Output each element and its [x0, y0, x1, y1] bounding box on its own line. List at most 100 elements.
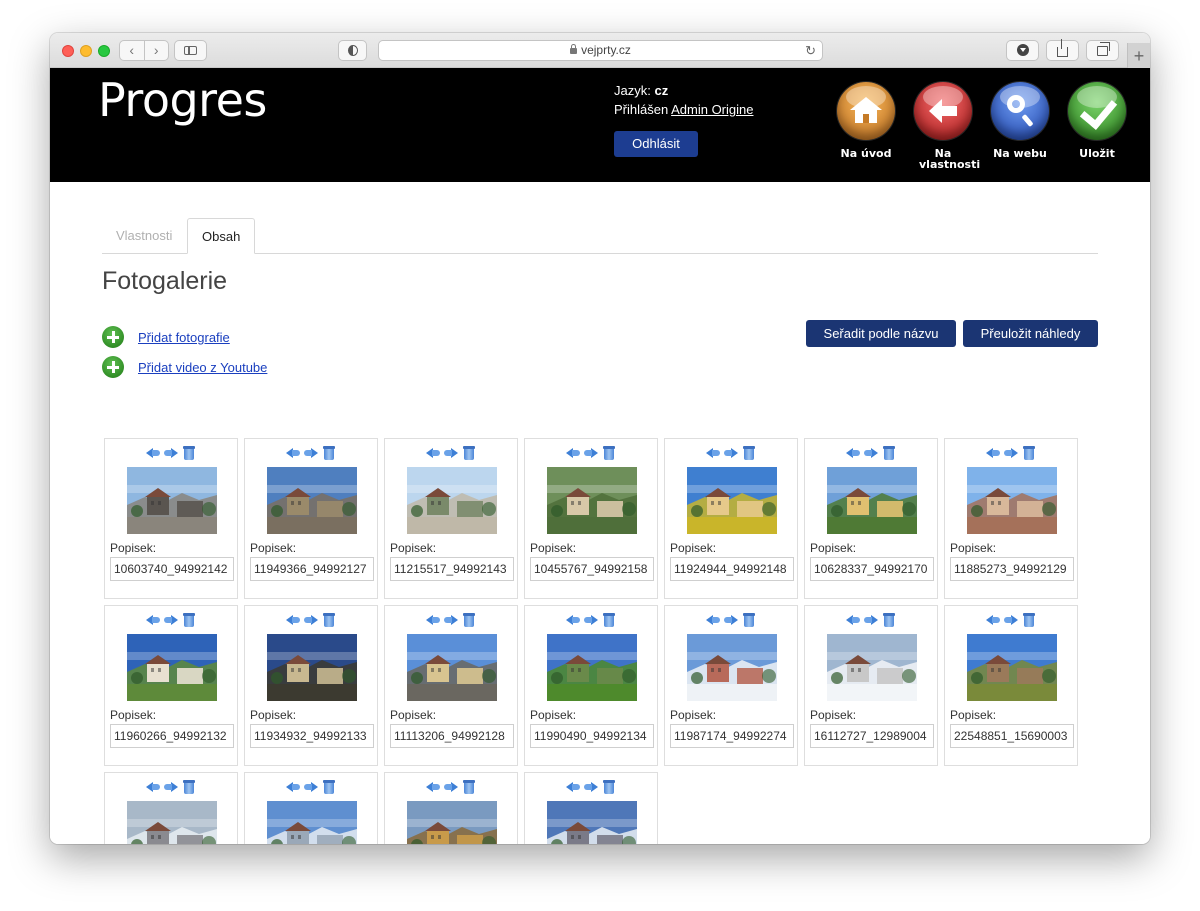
move-right-icon[interactable] — [444, 446, 458, 460]
caption-input[interactable]: 11934932_94992133 — [250, 724, 374, 748]
delete-icon[interactable] — [182, 446, 196, 460]
add-video-link[interactable]: Přidat video z Youtube — [138, 360, 267, 375]
caption-input[interactable]: 11885273_94992129 — [950, 557, 1074, 581]
downloads-button[interactable] — [1006, 40, 1039, 61]
delete-icon[interactable] — [182, 613, 196, 627]
move-right-icon[interactable] — [444, 613, 458, 627]
caption-input[interactable]: 11949366_94992127 — [250, 557, 374, 581]
move-left-icon[interactable] — [846, 613, 860, 627]
caption-input[interactable]: 11113206_94992128 — [390, 724, 514, 748]
move-left-icon[interactable] — [426, 780, 440, 794]
delete-icon[interactable] — [462, 446, 476, 460]
photo-thumbnail[interactable] — [407, 634, 497, 701]
caption-input[interactable]: 10603740_94992142 — [110, 557, 234, 581]
photo-thumbnail[interactable] — [127, 801, 217, 844]
delete-icon[interactable] — [462, 613, 476, 627]
caption-input[interactable]: 11987174_94992274 — [670, 724, 794, 748]
move-right-icon[interactable] — [164, 613, 178, 627]
photo-thumbnail[interactable] — [267, 467, 357, 534]
move-left-icon[interactable] — [706, 613, 720, 627]
photo-thumbnail[interactable] — [267, 634, 357, 701]
tab-properties[interactable]: Vlastnosti — [102, 218, 186, 253]
delete-icon[interactable] — [882, 613, 896, 627]
move-right-icon[interactable] — [1004, 613, 1018, 627]
zoom-window-button[interactable] — [98, 45, 110, 57]
caption-input[interactable]: 11215517_94992143 — [390, 557, 514, 581]
delete-icon[interactable] — [322, 613, 336, 627]
back-button[interactable]: ‹ — [120, 41, 145, 60]
forward-button[interactable]: › — [145, 41, 169, 60]
delete-icon[interactable] — [882, 446, 896, 460]
move-left-icon[interactable] — [846, 446, 860, 460]
sort-by-name-button[interactable]: Seřadit podle názvu — [806, 320, 956, 347]
move-left-icon[interactable] — [286, 446, 300, 460]
language-value[interactable]: cz — [654, 83, 668, 98]
delete-icon[interactable] — [602, 613, 616, 627]
photo-thumbnail[interactable] — [267, 801, 357, 844]
move-right-icon[interactable] — [864, 446, 878, 460]
move-right-icon[interactable] — [864, 613, 878, 627]
move-left-icon[interactable] — [566, 780, 580, 794]
photo-thumbnail[interactable] — [827, 467, 917, 534]
caption-input[interactable]: 11990490_94992134 — [530, 724, 654, 748]
photo-thumbnail[interactable] — [127, 634, 217, 701]
caption-input[interactable]: 10455767_94992158 — [530, 557, 654, 581]
move-right-icon[interactable] — [724, 446, 738, 460]
delete-icon[interactable] — [1022, 613, 1036, 627]
photo-thumbnail[interactable] — [127, 467, 217, 534]
move-right-icon[interactable] — [584, 446, 598, 460]
delete-icon[interactable] — [602, 446, 616, 460]
home-button[interactable]: Na úvod — [833, 82, 899, 159]
delete-icon[interactable] — [322, 780, 336, 794]
view-web-button[interactable]: Na webu — [987, 82, 1053, 159]
reload-icon[interactable]: ↻ — [805, 41, 816, 60]
share-button[interactable] — [1046, 38, 1079, 61]
move-right-icon[interactable] — [304, 446, 318, 460]
move-right-icon[interactable] — [304, 613, 318, 627]
save-button[interactable]: Uložit — [1064, 82, 1130, 159]
add-icon[interactable] — [102, 356, 124, 378]
add-icon[interactable] — [102, 326, 124, 348]
photo-thumbnail[interactable] — [547, 801, 637, 844]
privacy-report-button[interactable] — [338, 40, 367, 61]
address-bar[interactable]: vejprty.cz ↻ — [378, 40, 823, 61]
caption-input[interactable]: 10628337_94992170 — [810, 557, 934, 581]
sidebar-toggle-button[interactable] — [174, 40, 207, 61]
add-photos-link[interactable]: Přidat fotografie — [138, 330, 230, 345]
move-right-icon[interactable] — [164, 780, 178, 794]
photo-thumbnail[interactable] — [407, 467, 497, 534]
move-left-icon[interactable] — [426, 446, 440, 460]
photo-thumbnail[interactable] — [547, 634, 637, 701]
logout-button[interactable]: Odhlásit — [614, 131, 698, 157]
minimize-window-button[interactable] — [80, 45, 92, 57]
move-right-icon[interactable] — [444, 780, 458, 794]
caption-input[interactable]: 16112727_12989004 — [810, 724, 934, 748]
close-window-button[interactable] — [62, 45, 74, 57]
move-left-icon[interactable] — [146, 780, 160, 794]
photo-thumbnail[interactable] — [687, 634, 777, 701]
regenerate-thumbnails-button[interactable]: Přeuložit náhledy — [963, 320, 1098, 347]
delete-icon[interactable] — [1022, 446, 1036, 460]
delete-icon[interactable] — [322, 446, 336, 460]
move-left-icon[interactable] — [566, 613, 580, 627]
delete-icon[interactable] — [182, 780, 196, 794]
tab-content[interactable]: Obsah — [187, 218, 256, 254]
caption-input[interactable]: 11960266_94992132 — [110, 724, 234, 748]
move-right-icon[interactable] — [584, 780, 598, 794]
photo-thumbnail[interactable] — [827, 634, 917, 701]
delete-icon[interactable] — [602, 780, 616, 794]
delete-icon[interactable] — [462, 780, 476, 794]
user-link[interactable]: Admin Origine — [671, 102, 753, 117]
move-left-icon[interactable] — [426, 613, 440, 627]
move-left-icon[interactable] — [146, 613, 160, 627]
move-right-icon[interactable] — [304, 780, 318, 794]
move-left-icon[interactable] — [146, 446, 160, 460]
photo-thumbnail[interactable] — [967, 467, 1057, 534]
caption-input[interactable]: 22548851_15690003 — [950, 724, 1074, 748]
move-left-icon[interactable] — [986, 613, 1000, 627]
move-left-icon[interactable] — [706, 446, 720, 460]
move-right-icon[interactable] — [724, 613, 738, 627]
tab-overview-button[interactable] — [1086, 40, 1119, 61]
delete-icon[interactable] — [742, 613, 756, 627]
properties-button[interactable]: Na vlastnosti — [910, 82, 980, 170]
